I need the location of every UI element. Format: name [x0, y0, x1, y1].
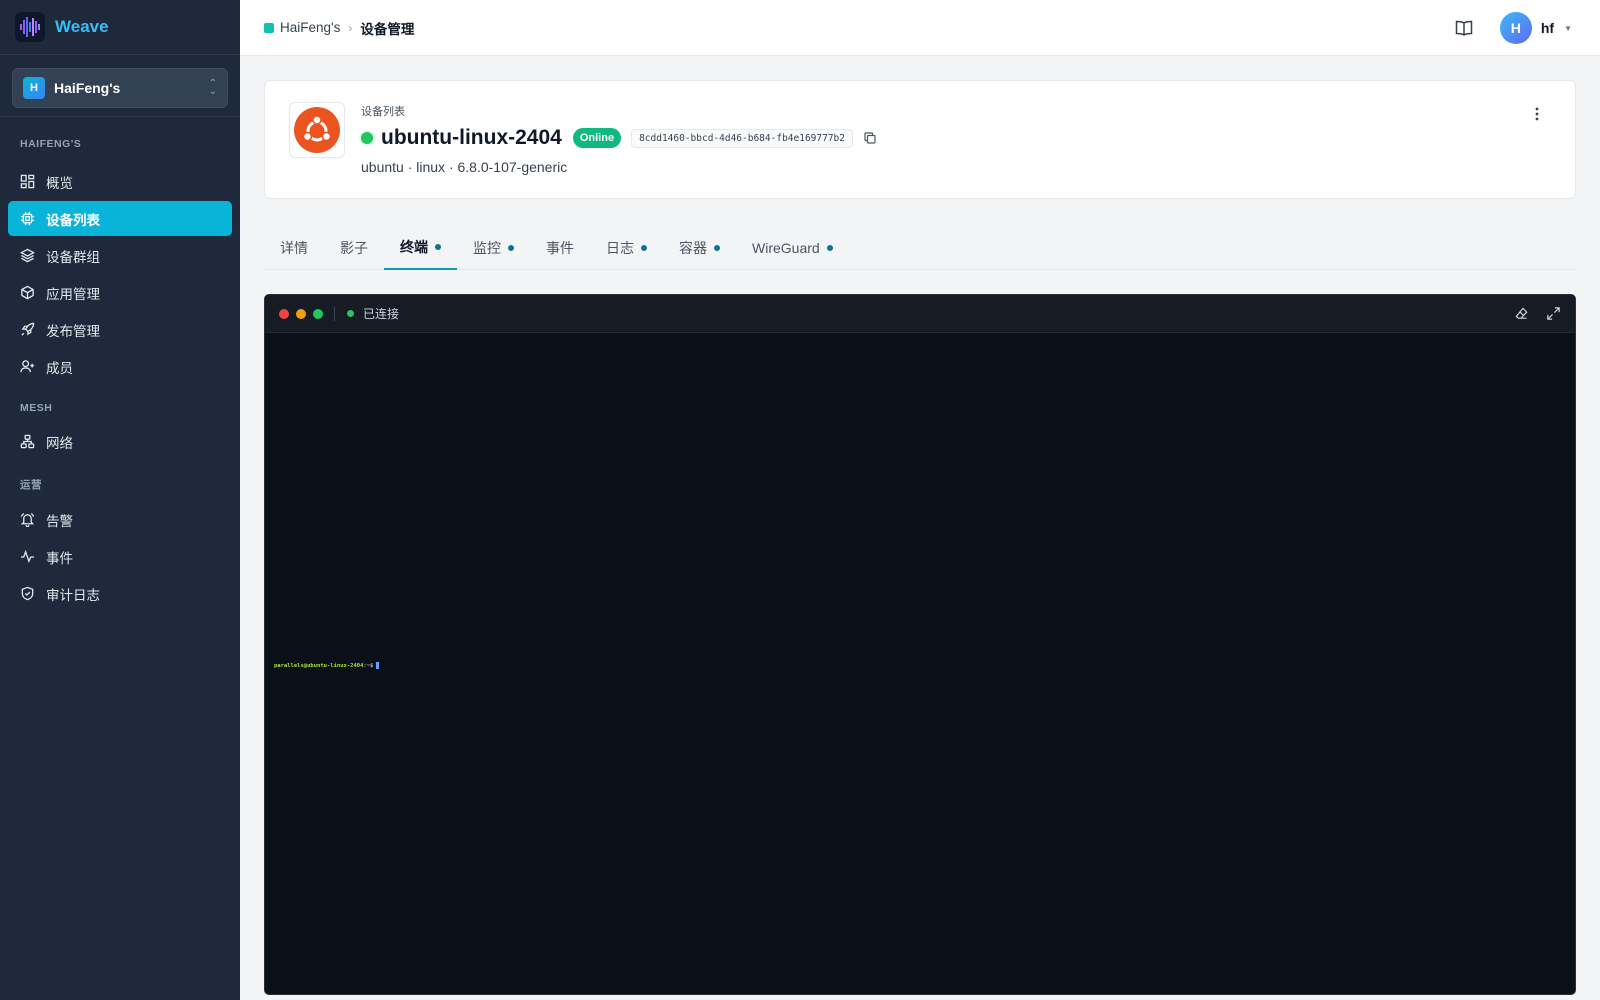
docs-book-icon[interactable] — [1454, 18, 1474, 38]
sidebar-item-label: 概览 — [46, 175, 73, 191]
fullscreen-icon[interactable] — [1546, 306, 1561, 321]
tab-label: 容器 — [679, 240, 707, 256]
brand[interactable]: Weave — [0, 0, 240, 55]
weave-logo-icon — [15, 12, 45, 42]
tab-shadow[interactable]: 影子 — [324, 226, 384, 270]
package-icon — [21, 285, 34, 300]
user-name[interactable]: hf — [1541, 20, 1554, 36]
tab-label: 详情 — [280, 240, 308, 256]
tab-label: 事件 — [546, 240, 574, 256]
status-dot — [361, 132, 373, 144]
dashboard-icon — [20, 174, 35, 189]
prompt-user: parallels@ubuntu-linux-2404 — [274, 662, 364, 669]
sidebar-item-label: 设备列表 — [46, 212, 100, 228]
terminal-prompt[interactable]: parallels@ubuntu-linux-2404:~$ — [274, 662, 380, 669]
sidebar-item-events[interactable]: 事件 — [8, 539, 232, 574]
tab-label: WireGuard — [752, 240, 820, 256]
device-meta: ubuntu · linux · 6.8.0-107-generic — [361, 159, 568, 175]
tab-indicator-dot — [826, 245, 833, 251]
more-vertical-icon[interactable] — [1529, 106, 1545, 122]
topbar: HaiFeng's › 设备管理 H hf ▼ — [240, 0, 1600, 56]
device-tabs: 详情 影子 终端 监控 事件 日志 容器 WireGuard — [264, 226, 1576, 270]
sidebar: Weave H HaiFeng's ⌃ ⌄ HAIFENG'S 概览 设备列表 设… — [0, 0, 240, 1000]
layers-icon — [20, 248, 35, 263]
org-color-dot — [264, 22, 274, 33]
rocket-icon — [21, 322, 35, 336]
app-name: Weave — [55, 17, 109, 36]
tab-logs[interactable]: 日志 — [590, 226, 663, 270]
sidebar-item-label: 发布管理 — [46, 323, 100, 339]
tab-events[interactable]: 事件 — [530, 226, 590, 270]
sidebar-item-network[interactable]: 网络 — [8, 424, 232, 459]
eraser-icon[interactable] — [1514, 306, 1529, 321]
tab-indicator-dot — [508, 245, 514, 251]
terminal-cursor — [376, 662, 380, 669]
tab-terminal[interactable]: 终端 — [384, 226, 457, 270]
sidebar-item-releases[interactable]: 发布管理 — [8, 312, 232, 347]
tab-label: 终端 — [400, 239, 428, 255]
status-badge: Online — [572, 128, 622, 148]
window-maximize-light — [313, 308, 323, 319]
org-switcher[interactable]: H HaiFeng's ⌃ ⌄ — [12, 68, 228, 108]
network-icon — [20, 434, 35, 449]
window-minimize-light — [296, 308, 306, 319]
breadcrumb-org[interactable]: HaiFeng's — [280, 20, 340, 35]
sidebar-item-label: 成员 — [46, 360, 73, 376]
activity-icon — [20, 549, 35, 563]
chevron-up-down-icon: ⌃ ⌄ — [208, 78, 217, 97]
user-avatar[interactable]: H — [1499, 12, 1532, 44]
os-logo — [289, 102, 345, 158]
tab-indicator-dot — [714, 245, 720, 251]
sidebar-item-label: 审计日志 — [46, 587, 100, 603]
tab-label: 影子 — [340, 240, 368, 256]
tab-monitoring[interactable]: 监控 — [457, 226, 530, 270]
sidebar-item-label: 应用管理 — [46, 286, 100, 302]
sidebar-item-devices[interactable]: 设备列表 — [8, 201, 232, 236]
caret-down-icon[interactable]: ▼ — [1564, 24, 1572, 33]
terminal-panel: 已连接 parallels@ubuntu-linux-2404:~$ — [264, 294, 1576, 995]
tab-details[interactable]: 详情 — [264, 226, 324, 270]
sidebar-item-label: 告警 — [46, 513, 73, 529]
bell-icon — [20, 513, 35, 527]
org-avatar: H — [23, 77, 45, 99]
sidebar-item-label: 网络 — [46, 435, 73, 451]
tab-indicator-dot — [641, 245, 647, 251]
prompt-suffix: :~$ — [363, 662, 374, 669]
connection-status: 已连接 — [363, 307, 400, 321]
sidebar-item-device-groups[interactable]: 设备群组 — [8, 238, 232, 273]
device-name: ubuntu-linux-2404 — [381, 126, 562, 149]
sidebar-item-audit-log[interactable]: 审计日志 — [8, 576, 232, 611]
terminal-header: 已连接 — [265, 295, 1575, 333]
tab-label: 日志 — [606, 240, 634, 256]
ubuntu-icon — [294, 107, 340, 153]
tab-containers[interactable]: 容器 — [663, 226, 736, 270]
sidebar-item-overview[interactable]: 概览 — [8, 164, 232, 199]
user-plus-icon — [20, 360, 35, 373]
sidebar-item-label: 设备群组 — [46, 249, 100, 265]
section-title-mesh: MESH — [20, 402, 53, 414]
copy-icon[interactable] — [863, 131, 877, 145]
tab-indicator-dot — [435, 244, 441, 250]
section-title-ops: 运营 — [20, 479, 42, 491]
shield-icon — [21, 586, 34, 601]
device-header-card: 设备列表 ubuntu-linux-2404 Online 8cdd1460-b… — [264, 80, 1576, 199]
connection-status-dot — [347, 310, 354, 317]
breadcrumb-current: 设备管理 — [360, 21, 415, 37]
sidebar-item-label: 事件 — [46, 550, 73, 566]
tab-label: 监控 — [473, 240, 501, 256]
window-close-light — [279, 308, 289, 319]
chip-icon — [20, 211, 35, 226]
device-id: 8cdd1460-bbcd-4d46-b684-fb4e169777b2 — [631, 128, 853, 148]
sidebar-item-apps[interactable]: 应用管理 — [8, 275, 232, 310]
section-title-org: HAIFENG'S — [20, 138, 82, 150]
sidebar-item-members[interactable]: 成员 — [8, 349, 232, 384]
breadcrumb: HaiFeng's › 设备管理 — [264, 18, 414, 38]
sidebar-item-alerts[interactable]: 告警 — [8, 502, 232, 537]
chevron-right-icon: › — [348, 20, 353, 35]
org-switcher-name: HaiFeng's — [54, 80, 121, 96]
tab-wireguard[interactable]: WireGuard — [736, 226, 849, 270]
device-breadcrumb[interactable]: 设备列表 — [361, 103, 405, 119]
